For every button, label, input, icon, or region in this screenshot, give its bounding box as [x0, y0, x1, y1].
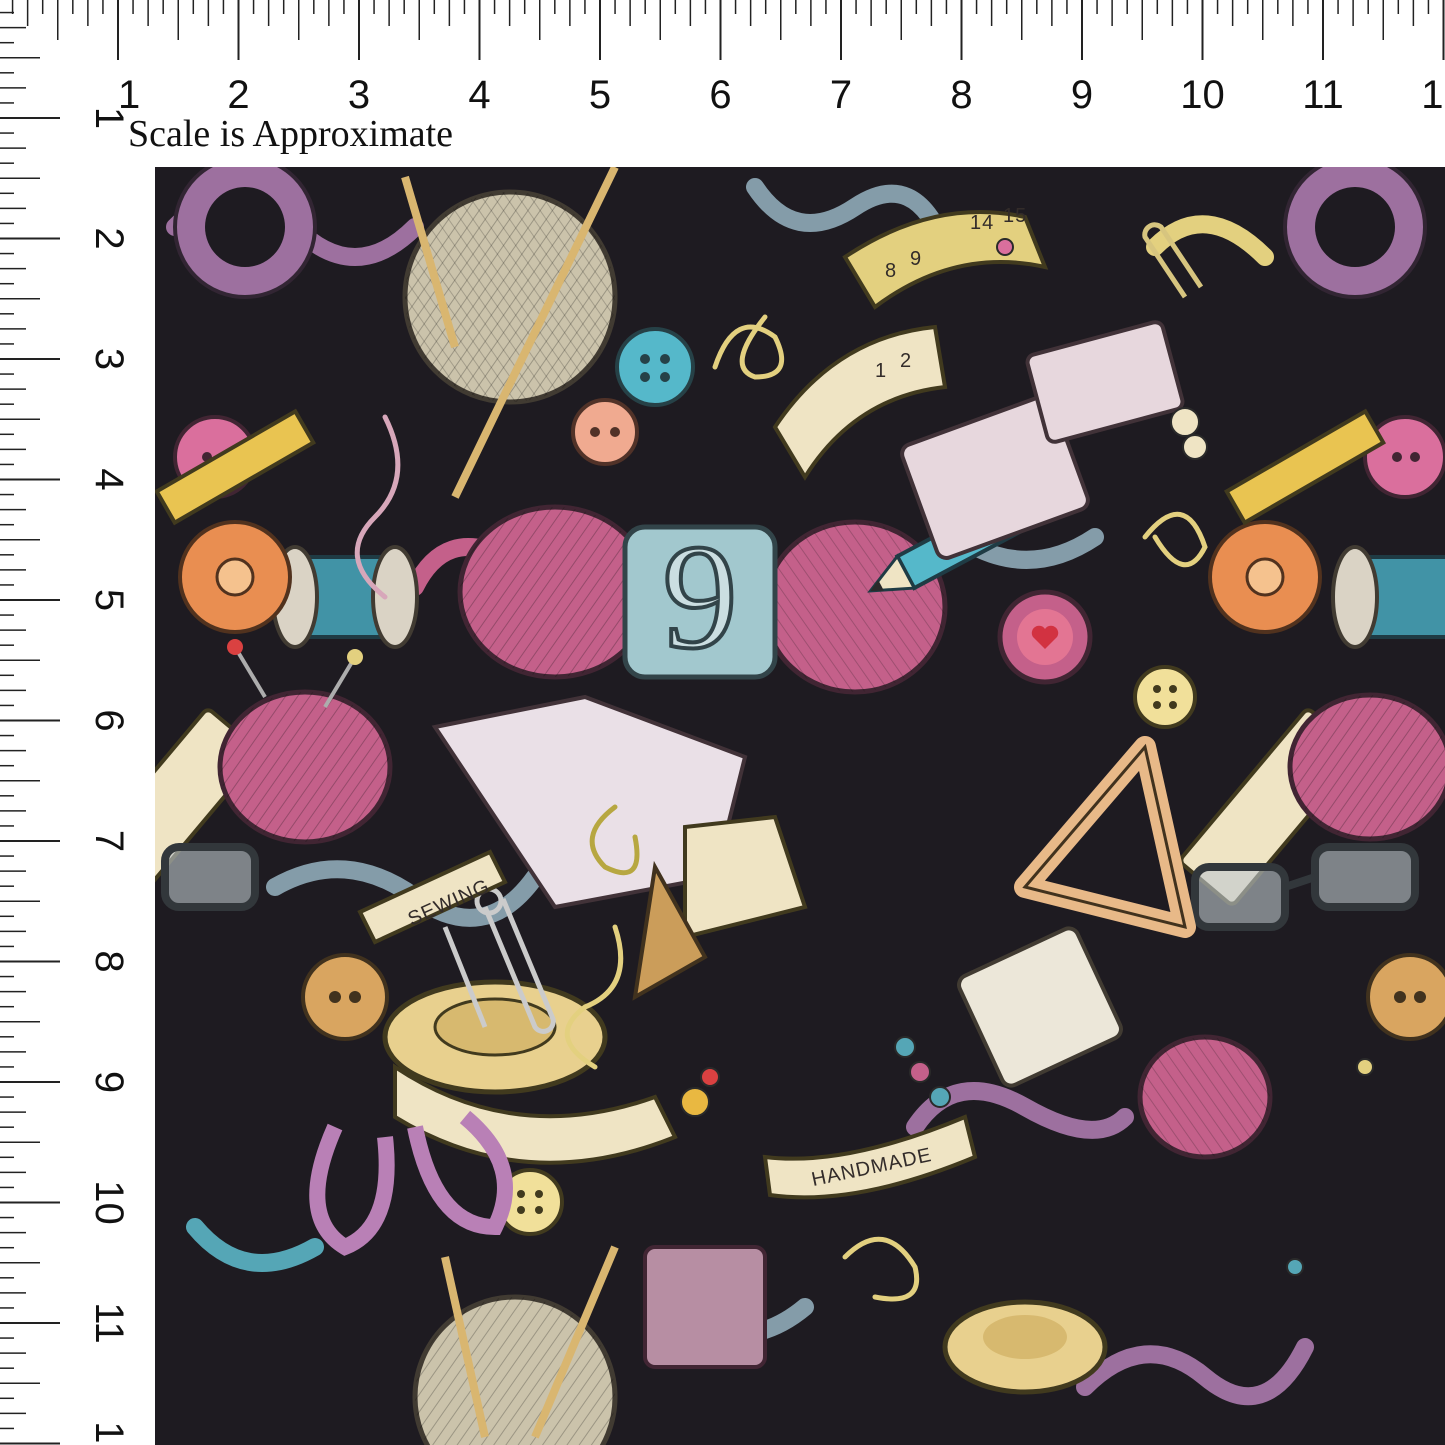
ruler-left-label: 6: [87, 709, 131, 731]
ruler-top-label: 6: [709, 73, 731, 117]
ruler-top-label: 3: [348, 73, 370, 117]
ruler-top-label: 12: [1421, 73, 1445, 117]
ruler-left-label: 9: [87, 1071, 131, 1093]
scale-note: Scale is Approximate: [128, 113, 454, 155]
ruler-left-label: 4: [87, 468, 131, 490]
ruler-top-label: 11: [1302, 73, 1344, 117]
ruler-left-label: 12: [87, 1421, 131, 1445]
ruler-left-label: 1: [87, 107, 131, 129]
ruler-top-label: 9: [1071, 73, 1093, 117]
ruler-top-label: 8: [950, 73, 972, 117]
ruler-left-label: 8: [87, 950, 131, 972]
ruler-top-label: 5: [589, 73, 611, 117]
ruler-left-label: 5: [87, 589, 131, 611]
ruler-top-label: 10: [1180, 73, 1225, 117]
ruler-left-label: 3: [87, 348, 131, 370]
ruler-top-label: 7: [830, 73, 852, 117]
ruler-left-label: 11: [87, 1302, 131, 1344]
ruler-top-label: 4: [468, 73, 490, 117]
sewing-doodle-pattern: 9 1 2 8 9 14 15 SEWING HANDMADE: [155, 167, 1445, 1445]
ruler-left-label: 10: [87, 1180, 131, 1225]
ruler-top-label: 2: [227, 73, 249, 117]
ruler-left-label: 2: [87, 227, 131, 249]
ruler-left-label: 7: [87, 830, 131, 852]
fabric-swatch: 9 1 2 8 9 14 15 SEWING HANDMADE: [155, 167, 1445, 1445]
